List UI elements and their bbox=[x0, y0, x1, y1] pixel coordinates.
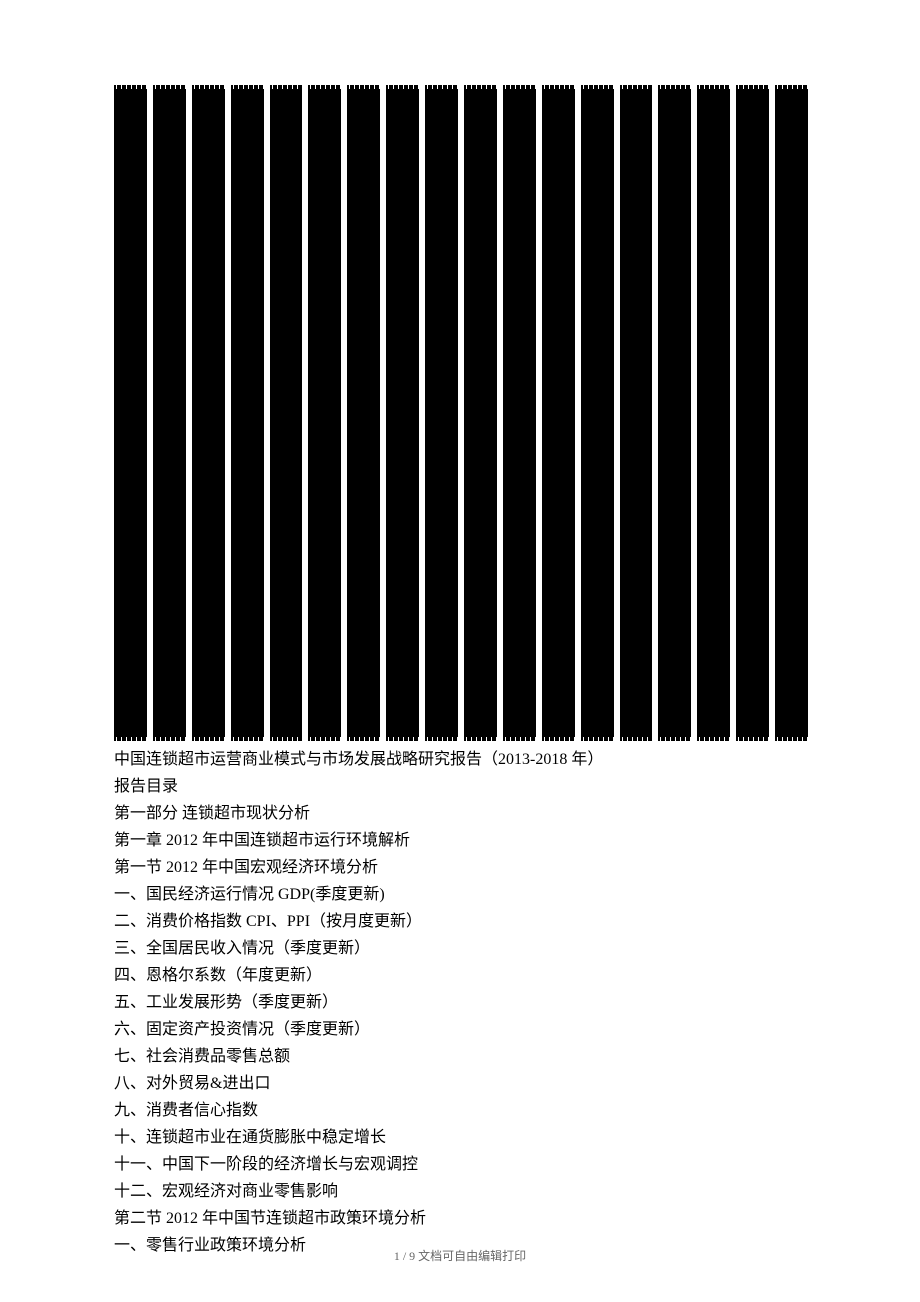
redacted-bar bbox=[425, 86, 458, 740]
toc-label: 报告目录 bbox=[114, 773, 806, 800]
section-heading: 第一节 2012 年中国宏观经济环境分析 bbox=[114, 854, 806, 881]
document-page: 中国连锁超市运营商业模式与市场发展战略研究报告（2013-2018 年） 报告目… bbox=[0, 0, 920, 1302]
section-heading: 第二节 2012 年中国节连锁超市政策环境分析 bbox=[114, 1205, 806, 1232]
redacted-bar bbox=[775, 86, 808, 740]
toc-item: 十、连锁超市业在通货膨胀中稳定增长 bbox=[114, 1124, 806, 1151]
chapter-heading: 第一章 2012 年中国连锁超市运行环境解析 bbox=[114, 827, 806, 854]
redacted-bar bbox=[270, 86, 303, 740]
page-footer: 1 / 9 文档可自由编辑打印 bbox=[0, 1247, 920, 1264]
toc-item: 六、固定资产投资情况（季度更新） bbox=[114, 1016, 806, 1043]
redacted-bar bbox=[347, 86, 380, 740]
toc-item: 一、国民经济运行情况 GDP(季度更新) bbox=[114, 881, 806, 908]
toc-item: 二、消费价格指数 CPI、PPI（按月度更新） bbox=[114, 908, 806, 935]
toc-item: 十二、宏观经济对商业零售影响 bbox=[114, 1178, 806, 1205]
toc-item: 三、全国居民收入情况（季度更新） bbox=[114, 935, 806, 962]
toc-item: 八、对外贸易&进出口 bbox=[114, 1070, 806, 1097]
report-body: 中国连锁超市运营商业模式与市场发展战略研究报告（2013-2018 年） 报告目… bbox=[114, 746, 806, 1259]
redacted-bar bbox=[620, 86, 653, 740]
toc-item: 十一、中国下一阶段的经济增长与宏观调控 bbox=[114, 1151, 806, 1178]
report-title: 中国连锁超市运营商业模式与市场发展战略研究报告（2013-2018 年） bbox=[114, 746, 806, 773]
footer-note: 文档可自由编辑打印 bbox=[415, 1249, 526, 1263]
redacted-bar bbox=[503, 86, 536, 740]
redacted-barcode-block bbox=[114, 86, 808, 740]
page-number-sep: / bbox=[400, 1249, 409, 1263]
redacted-bar bbox=[308, 86, 341, 740]
toc-item: 五、工业发展形势（季度更新） bbox=[114, 989, 806, 1016]
redacted-bar bbox=[736, 86, 769, 740]
redacted-bar bbox=[658, 86, 691, 740]
redacted-bar bbox=[192, 86, 225, 740]
toc-item: 四、恩格尔系数（年度更新） bbox=[114, 962, 806, 989]
redacted-bar bbox=[542, 86, 575, 740]
toc-item: 九、消费者信心指数 bbox=[114, 1097, 806, 1124]
part-heading: 第一部分 连锁超市现状分析 bbox=[114, 800, 806, 827]
redacted-bar bbox=[697, 86, 730, 740]
redacted-bar bbox=[231, 86, 264, 740]
redacted-bar bbox=[581, 86, 614, 740]
redacted-bar bbox=[464, 86, 497, 740]
toc-item: 七、社会消费品零售总额 bbox=[114, 1043, 806, 1070]
redacted-bar bbox=[114, 86, 147, 740]
redacted-bar bbox=[153, 86, 186, 740]
redacted-bar bbox=[386, 86, 419, 740]
